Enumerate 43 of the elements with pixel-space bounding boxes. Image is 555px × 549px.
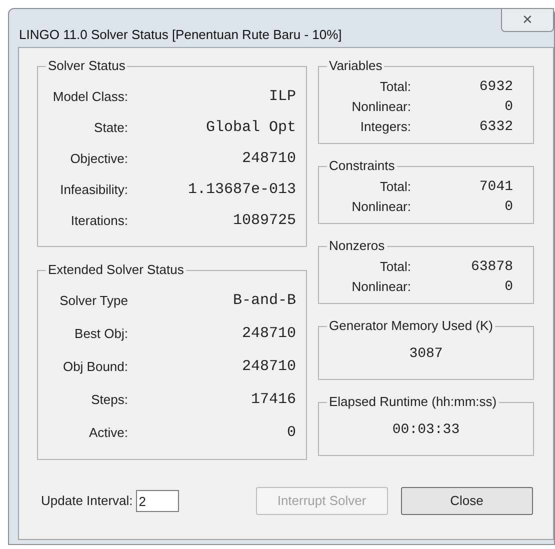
update-interval-field[interactable]: 2 [136, 490, 179, 512]
field-label: Objective: [69, 150, 128, 168]
field-label: Total: [378, 78, 411, 96]
field-value: 3087 [409, 344, 443, 364]
field-label: Active: [88, 424, 128, 442]
field-label: Infeasibility: [59, 181, 128, 200]
field-label: Best Obj: [74, 325, 128, 344]
field-label: Nonlinear: [350, 198, 411, 216]
field-value: 1089725 [232, 210, 296, 231]
field-label: Model Class: [52, 88, 128, 106]
field-label: Iterations: [70, 212, 128, 230]
field-value: ILP [268, 86, 296, 107]
field-value: B-and-B [232, 290, 296, 311]
window-title: LINGO 11.0 Solver Status [Penentuan Rute Baru - 10%] [19, 26, 342, 44]
field-label: Obj Bound: [62, 358, 128, 376]
field-value: 0 [504, 98, 514, 116]
field-label: Nonlinear: [350, 98, 411, 116]
field-label: Nonlinear: [350, 278, 411, 296]
field-label: Integers: [359, 118, 411, 136]
group-title: Generator Memory Used (K) [327, 318, 495, 334]
field-value: Global Opt [204, 118, 296, 138]
field-label: Total: [378, 178, 411, 196]
field-label: State: [93, 119, 128, 138]
field-value: 0 [286, 422, 296, 443]
field-value: 0 [504, 198, 514, 216]
field-value: 248710 [240, 356, 296, 377]
field-value: 248710 [240, 148, 296, 169]
field-value: 6932 [478, 78, 514, 96]
field-label: Solver Type [58, 292, 128, 310]
field-label: Steps: [90, 391, 128, 410]
group-title: Elapsed Runtime (hh:mm:ss) [327, 394, 499, 410]
close-button[interactable]: ✕ [501, 8, 554, 32]
field-label: Total: [378, 258, 411, 276]
field-value: 00:03:33 [392, 420, 460, 440]
field-value: 17416 [250, 390, 296, 410]
field-value: 7041 [478, 178, 514, 196]
field-value: 63878 [470, 258, 514, 276]
field-value: 1.13687e-013 [186, 180, 296, 200]
field-value: 248710 [240, 324, 296, 344]
dialog-button[interactable]: Close [400, 487, 533, 515]
update-interval-label: Update Interval: [41, 492, 133, 510]
field-value: 6332 [478, 118, 514, 136]
field-value: 0 [504, 278, 514, 296]
